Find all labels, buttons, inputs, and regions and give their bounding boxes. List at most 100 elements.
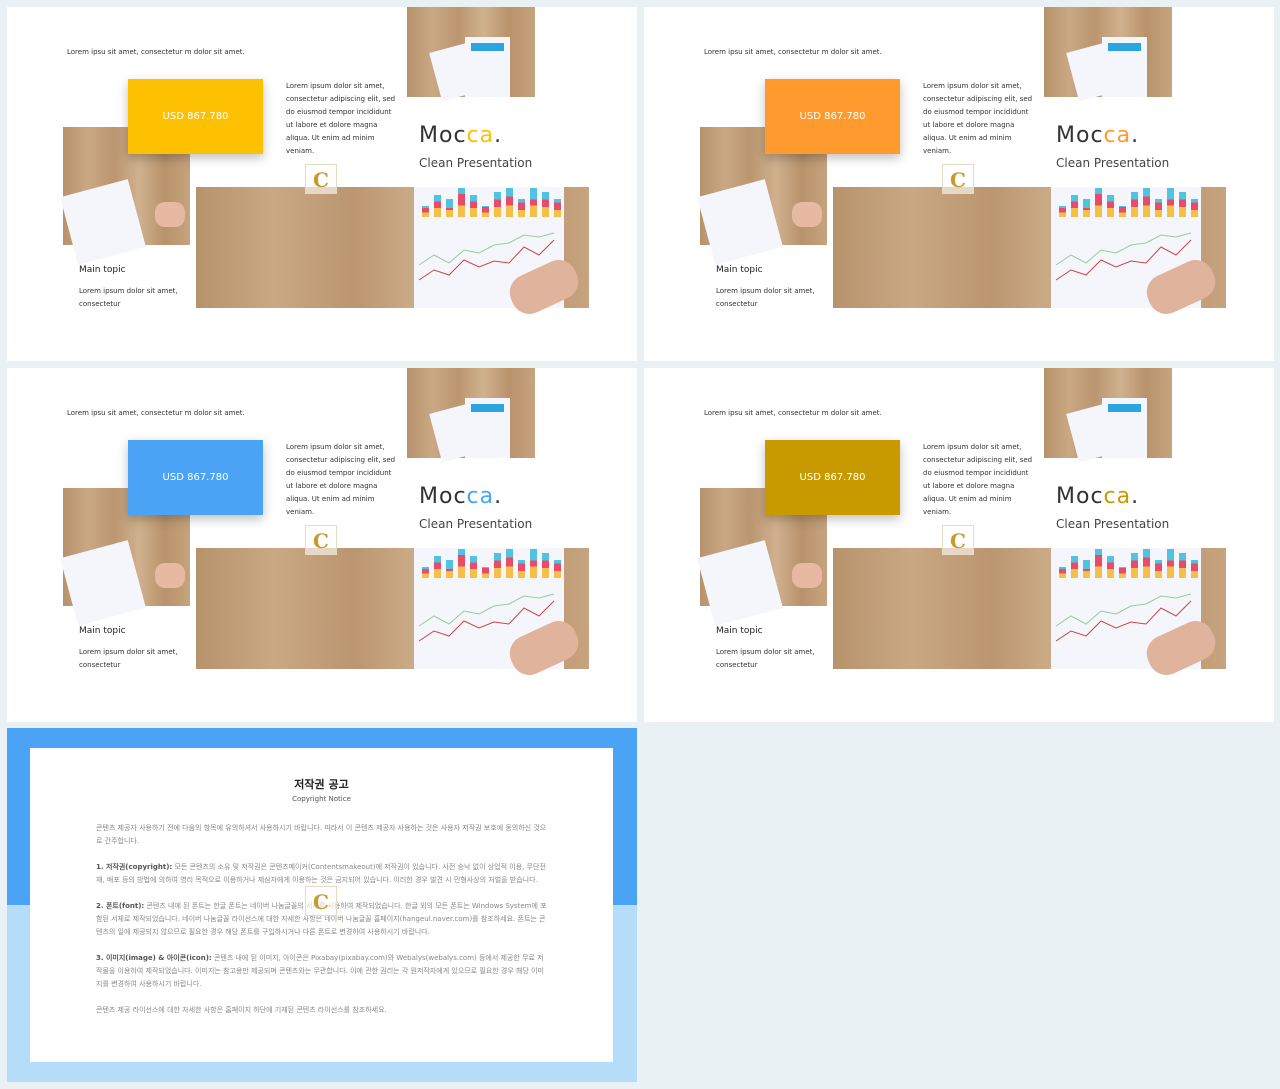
top-caption: Lorem ipsu sit amet, consectetur m dolor… (67, 48, 245, 56)
photo-bar (554, 560, 561, 578)
main-topic-text: Lorem ipsum dolor sit amet, consectetur (716, 287, 815, 308)
price-box: USD 867.780 (765, 79, 900, 154)
photo-bar (470, 556, 477, 578)
photo-bar (446, 199, 453, 217)
body-paragraph: Lorem ipsum dolor sit amet, consectetur … (923, 82, 1033, 155)
notice-item-label: 2. 폰트(font): (96, 902, 145, 910)
photo-bar (1143, 188, 1150, 217)
title-dot: . (1131, 123, 1140, 148)
logo-icon: C (305, 886, 337, 916)
photo-bar (1119, 206, 1126, 217)
notice-intro: 콘텐츠 제공자 사용하기 전에 다음의 항목에 유의하셔서 사용하시기 바랍니다… (96, 824, 547, 845)
title-accent: ca (466, 484, 495, 509)
body-paragraph: Lorem ipsum dolor sit amet, consectetur … (286, 443, 396, 516)
slide-title: Mocca. (419, 484, 502, 509)
photo-bar (554, 199, 561, 217)
photo-bar (1119, 567, 1126, 578)
photo-desk-chart (196, 187, 589, 320)
top-caption: Lorem ipsu sit amet, consectetur m dolor… (67, 409, 245, 417)
notice-item: 3. 이미지(image) & 아이콘(icon): 콘텐츠 내에 된 이미지,… (96, 952, 547, 991)
photo-bar (1179, 191, 1186, 217)
title-dot: . (494, 123, 503, 148)
photo-bar (530, 549, 537, 578)
photo-bar (422, 206, 429, 217)
title-accent: ca (1103, 484, 1132, 509)
slide-title: Mocca. (1056, 123, 1139, 148)
slide-thumbnail[interactable]: Lorem ipsu sit amet, consectetur m dolor… (644, 7, 1274, 361)
price-box: USD 867.780 (765, 440, 900, 515)
slide-thumbnail[interactable]: Lorem ipsu sit amet, consectetur m dolor… (7, 368, 637, 722)
photo-bar (1059, 206, 1066, 217)
logo-icon: C (942, 164, 974, 194)
notice-item-label: 3. 이미지(image) & 아이콘(icon): (96, 954, 212, 962)
photo-bar (1167, 549, 1174, 578)
photo-bar (518, 199, 525, 217)
photo-bar (1155, 560, 1162, 578)
title-accent: ca (466, 123, 495, 148)
photo-bar (542, 552, 549, 578)
title-dot: . (1131, 484, 1140, 509)
slide-title: Mocca. (1056, 484, 1139, 509)
main-topic: Main topic (716, 626, 763, 636)
slide-thumbnail[interactable]: Lorem ipsu sit amet, consectetur m dolor… (7, 7, 637, 361)
notice-footer: 콘텐츠 제공 라이선스에 대한 자세한 사항은 홈페이지 하단에 기재된 콘텐츠… (96, 1006, 387, 1014)
photo-desk-chart (196, 548, 589, 681)
slide-subtitle: Clean Presentation (419, 517, 533, 531)
body-paragraph: Lorem ipsum dolor sit amet, consectetur … (923, 443, 1033, 516)
logo-icon: C (305, 164, 337, 194)
slide-thumbnail[interactable]: Lorem ipsu sit amet, consectetur m dolor… (644, 368, 1274, 722)
title-part: Moc (419, 484, 467, 509)
photo-bar (1155, 199, 1162, 217)
main-topic: Main topic (716, 265, 763, 275)
photo-bar (1083, 199, 1090, 217)
title-part: Moc (1056, 123, 1104, 148)
photo-bar (422, 567, 429, 578)
price-box: USD 867.780 (128, 440, 263, 515)
notice-subtitle: Copyright Notice (292, 795, 351, 803)
slide-subtitle: Clean Presentation (1056, 517, 1170, 531)
photo-bar (1059, 567, 1066, 578)
photo-bar (494, 191, 501, 217)
photo-bar (482, 567, 489, 578)
photo-documents (1044, 7, 1172, 102)
photo-bar (470, 195, 477, 217)
title-accent: ca (1103, 123, 1132, 148)
photo-bar (494, 552, 501, 578)
logo-icon: C (305, 525, 337, 555)
photo-bar (434, 556, 441, 578)
main-topic-text: Lorem ipsum dolor sit amet, consectetur (79, 648, 178, 669)
photo-desk-chart (833, 187, 1226, 320)
title-part: Moc (419, 123, 467, 148)
photo-bar (482, 206, 489, 217)
photo-bar (434, 195, 441, 217)
notice-item-label: 1. 저작권(copyright): (96, 863, 173, 871)
photo-bar (530, 188, 537, 217)
photo-bar (1071, 195, 1078, 217)
notice-item: 1. 저작권(copyright): 모든 콘텐츠의 소유 및 저작권은 콘텐츠… (96, 861, 547, 887)
photo-bar (458, 549, 465, 578)
photo-bar (1179, 552, 1186, 578)
photo-documents (407, 7, 535, 102)
photo-desk-chart (833, 548, 1226, 681)
main-topic-text: Lorem ipsum dolor sit amet, consectetur (716, 648, 815, 669)
logo-icon: C (942, 525, 974, 555)
main-topic: Main topic (79, 265, 126, 275)
photo-bar (1143, 549, 1150, 578)
photo-bar (1107, 195, 1114, 217)
photo-bar (506, 549, 513, 578)
top-caption: Lorem ipsu sit amet, consectetur m dolor… (704, 48, 882, 56)
photo-bar (506, 188, 513, 217)
photo-bar (518, 560, 525, 578)
photo-bar (1083, 560, 1090, 578)
photo-bar (1131, 552, 1138, 578)
main-topic: Main topic (79, 626, 126, 636)
copyright-notice-slide[interactable]: 저작권 공고 Copyright Notice 콘텐츠 제공자 사용하기 전에 … (7, 728, 637, 1082)
title-dot: . (494, 484, 503, 509)
slide-title: Mocca. (419, 123, 502, 148)
slide-subtitle: Clean Presentation (419, 156, 533, 170)
photo-bar (1095, 188, 1102, 217)
photo-bar (1071, 556, 1078, 578)
price-box: USD 867.780 (128, 79, 263, 154)
photo-bar (458, 188, 465, 217)
notice-title: 저작권 공고 (294, 778, 349, 791)
